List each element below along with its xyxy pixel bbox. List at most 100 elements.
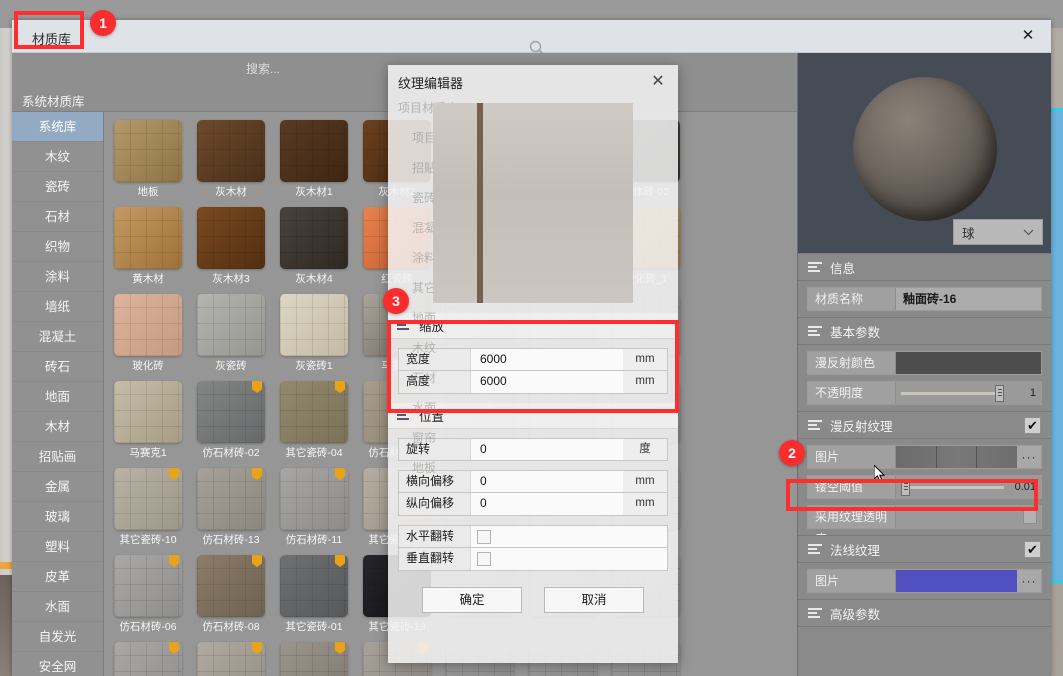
opacity-track[interactable] [901, 384, 1004, 402]
flip-vertical-checkbox[interactable] [477, 552, 491, 566]
category-item[interactable]: 织物 [12, 232, 103, 262]
material-thumbnail[interactable] [280, 642, 348, 676]
material-tile[interactable] [197, 642, 265, 676]
material-thumbnail[interactable] [280, 207, 348, 269]
row-material-name[interactable]: 材质名称 釉面砖-16 [807, 287, 1042, 311]
row-opacity[interactable]: 不透明度 1 [807, 381, 1042, 405]
row-offset-x[interactable]: 横向偏移 0 mm [398, 470, 668, 493]
material-thumbnail[interactable] [280, 468, 348, 530]
material-name-value[interactable]: 釉面砖-16 [896, 288, 1041, 310]
material-tile[interactable]: 其它瓷砖-04 [280, 381, 348, 460]
diffuse-image-thumbnail[interactable] [896, 446, 1017, 468]
flip-horizontal-checkbox[interactable] [477, 529, 491, 544]
material-tile[interactable]: 黄木材 [114, 207, 182, 286]
rotation-input[interactable]: 0 [471, 439, 623, 460]
material-tile[interactable]: 地板 [114, 120, 182, 199]
material-tile[interactable]: 灰木材1 [280, 120, 348, 199]
material-tile[interactable]: 马赛克1 [114, 381, 182, 460]
use-texture-alpha-checkbox[interactable] [1023, 510, 1037, 524]
material-tile[interactable]: 灰木材3 [197, 207, 265, 286]
material-tile[interactable] [114, 642, 182, 676]
alpha-knob[interactable] [901, 478, 910, 496]
category-item[interactable]: 地面 [12, 382, 103, 412]
category-list[interactable]: 系统库 木纹 瓷砖 石材 织物 涂料 墙纸 混凝土 砖石 地面 木材 招贴画 金属 玻璃 塑料 皮革 水面 自发光… [12, 112, 104, 676]
material-tile[interactable]: 仿石材砖-02 [197, 381, 265, 460]
use-texture-alpha-cell[interactable] [896, 506, 1041, 528]
category-item[interactable]: 石材 [12, 202, 103, 232]
offset-y-input[interactable]: 0 [471, 493, 623, 515]
category-item[interactable]: 瓷砖 [12, 172, 103, 202]
material-tile[interactable]: 其它瓷砖-01 [280, 555, 348, 634]
category-item[interactable]: 招贴画 [12, 442, 103, 472]
diffuse-image-browse-button[interactable]: ··· [1017, 446, 1041, 468]
category-item[interactable]: 皮革 [12, 562, 103, 592]
category-item[interactable]: 自发光 [12, 622, 103, 652]
ok-button[interactable]: 确定 [422, 587, 522, 613]
material-thumbnail[interactable] [197, 294, 265, 356]
search-icon[interactable] [529, 40, 545, 56]
dialog-close-icon[interactable]: ✕ [648, 72, 668, 92]
row-diffuse-color[interactable]: 漫反射颜色 [807, 351, 1042, 375]
row-scale-height[interactable]: 高度 6000 mm [398, 371, 668, 394]
scale-height-input[interactable]: 6000 [471, 371, 623, 393]
material-tile[interactable]: 其它瓷砖-10 [114, 468, 182, 547]
row-use-texture-alpha[interactable]: 采用纹理透明度 [807, 505, 1042, 546]
category-item[interactable]: 涂料 [12, 262, 103, 292]
row-scale-width[interactable]: 宽度 6000 mm [398, 348, 668, 371]
material-thumbnail[interactable] [280, 120, 348, 182]
category-item[interactable]: 安全网 [12, 652, 103, 676]
material-thumbnail[interactable] [197, 120, 265, 182]
material-thumbnail[interactable] [114, 294, 182, 356]
material-thumbnail[interactable] [197, 207, 265, 269]
material-thumbnail[interactable] [114, 120, 182, 182]
material-thumbnail[interactable] [114, 381, 182, 443]
material-thumbnail[interactable] [280, 555, 348, 617]
row-flip-vertical[interactable]: 垂直翻转 [398, 548, 668, 571]
opacity-slider[interactable]: 1 [896, 382, 1041, 404]
category-item[interactable]: 系统库 [12, 112, 103, 142]
scale-width-input[interactable]: 6000 [471, 349, 623, 370]
material-thumbnail[interactable] [197, 381, 265, 443]
close-icon[interactable]: ✕ [1019, 27, 1037, 45]
material-tile[interactable]: 灰瓷砖1 [280, 294, 348, 373]
material-tile[interactable]: 玻化砖 [114, 294, 182, 373]
diffuse-color-swatch[interactable] [896, 352, 1041, 374]
flip-horizontal-cell[interactable] [471, 526, 667, 547]
normal-image-thumbnail[interactable] [896, 570, 1017, 592]
material-tile[interactable]: 灰瓷砖 [197, 294, 265, 373]
material-tile[interactable]: 仿石材砖-11 [280, 468, 348, 547]
cancel-button[interactable]: 取消 [544, 587, 644, 613]
preview-shape-select[interactable]: 球 [953, 219, 1043, 245]
category-item[interactable]: 水面 [12, 592, 103, 622]
flip-vertical-cell[interactable] [471, 548, 667, 570]
category-item[interactable]: 塑料 [12, 532, 103, 562]
category-item[interactable]: 玻璃 [12, 502, 103, 532]
alpha-track[interactable] [901, 478, 1004, 496]
tab-material-library[interactable]: 材质库 [22, 26, 81, 51]
material-tile[interactable]: 灰木材4 [280, 207, 348, 286]
category-item[interactable]: 混凝土 [12, 322, 103, 352]
material-thumbnail[interactable] [280, 381, 348, 443]
material-tile[interactable] [280, 642, 348, 676]
category-item[interactable]: 金属 [12, 472, 103, 502]
offset-x-input[interactable]: 0 [471, 471, 623, 492]
opacity-knob[interactable] [995, 384, 1004, 402]
normal-texture-checkbox[interactable]: ✔ [1024, 541, 1041, 558]
category-item[interactable]: 木纹 [12, 142, 103, 172]
category-item[interactable]: 墙纸 [12, 292, 103, 322]
row-diffuse-image[interactable]: 图片 ··· [807, 445, 1042, 469]
material-tile[interactable]: 灰木材 [197, 120, 265, 199]
material-thumbnail[interactable] [114, 207, 182, 269]
category-item[interactable]: 木材 [12, 412, 103, 442]
material-thumbnail[interactable] [197, 555, 265, 617]
row-normal-image[interactable]: 图片 ··· [807, 569, 1042, 593]
material-tile[interactable]: 仿石材砖-06 [114, 555, 182, 634]
material-thumbnail[interactable] [197, 468, 265, 530]
material-thumbnail[interactable] [280, 294, 348, 356]
material-thumbnail[interactable] [197, 642, 265, 676]
category-item[interactable]: 砖石 [12, 352, 103, 382]
material-preview[interactable]: 球 [798, 53, 1051, 253]
alpha-threshold-slider[interactable]: 0.01 [896, 476, 1041, 498]
material-tile[interactable]: 仿石材砖-13 [197, 468, 265, 547]
material-tile[interactable]: 仿石材砖-08 [197, 555, 265, 634]
